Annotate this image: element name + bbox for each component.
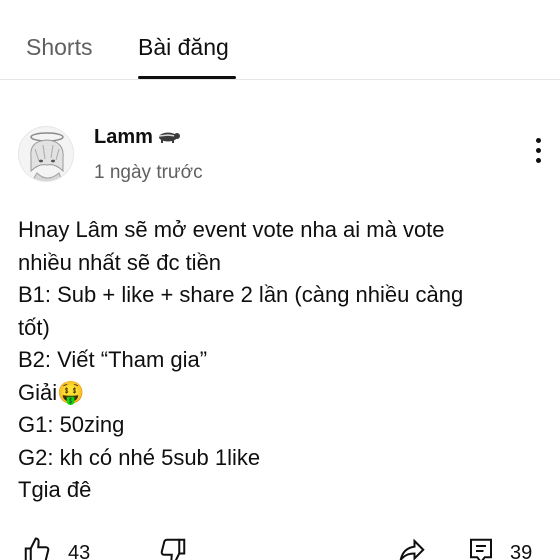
comment-icon[interactable] bbox=[466, 536, 496, 560]
post-author[interactable]: Lamm bbox=[94, 126, 181, 149]
comment-count: 39 bbox=[510, 542, 533, 560]
post-body: Hnay Lâm sẽ mở event vote nha ai mà vote… bbox=[18, 214, 538, 507]
post-line: B1: Sub + like + share 2 lần (càng nhiều… bbox=[18, 282, 464, 307]
post-line: nhiều nhất sẽ đc tiền bbox=[18, 249, 222, 275]
avatar-anime-icon bbox=[19, 127, 73, 181]
post-line: tốt) bbox=[18, 314, 50, 340]
post-line: Hnay Lâm sẽ mở event vote nha ai mà vote bbox=[18, 217, 445, 242]
channel-tabs: Shorts Bài đăng bbox=[0, 0, 560, 80]
share-icon[interactable] bbox=[396, 536, 428, 560]
tabs-divider bbox=[0, 79, 560, 80]
post-line: B2: Viết “Tham gia” bbox=[18, 347, 208, 372]
more-vert-icon[interactable] bbox=[530, 138, 546, 170]
author-name: Lamm bbox=[94, 126, 153, 148]
badger-emoji-icon bbox=[155, 126, 181, 149]
thumbs-up-icon[interactable] bbox=[22, 536, 52, 560]
post-line: G2: kh có nhé 5sub 1like bbox=[18, 444, 261, 470]
post-timestamp: 1 ngày trước bbox=[94, 162, 203, 183]
like-count: 43 bbox=[68, 542, 91, 560]
thumbs-down-icon[interactable] bbox=[158, 536, 188, 560]
avatar[interactable] bbox=[18, 126, 74, 182]
tab-posts[interactable]: Bài đăng bbox=[138, 34, 229, 61]
post-line: Giải🤑 bbox=[18, 379, 85, 405]
post-line: G1: 50zing bbox=[18, 412, 125, 437]
tab-shorts[interactable]: Shorts bbox=[26, 34, 92, 61]
post-header: Lamm 1 ngày trước bbox=[0, 100, 560, 200]
post-line: Tgia đê bbox=[18, 477, 92, 502]
post-actions: 43 39 bbox=[0, 530, 560, 560]
